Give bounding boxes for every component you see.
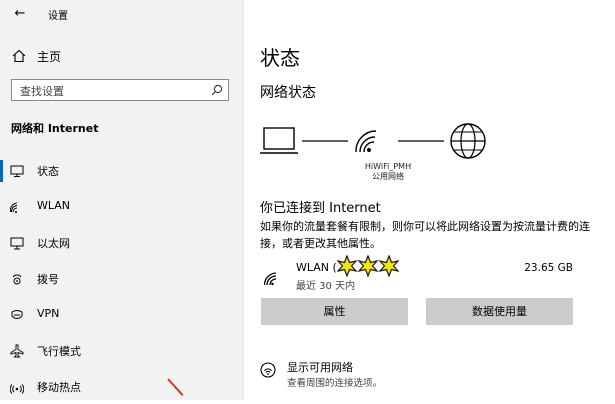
status-icon: [10, 165, 24, 177]
wifi-icon: [264, 272, 277, 286]
home-icon: [12, 49, 26, 63]
sidebar-item-label: VPN: [37, 307, 60, 320]
sidebar-item-label: 状态: [37, 165, 59, 178]
network-ssid: HiWiFi_PMH: [364, 162, 412, 171]
network-diagram: HiWiFi_PMH 公用网络: [260, 118, 500, 188]
page-title: 状态: [260, 46, 300, 70]
dialup-icon: [12, 274, 22, 285]
network-type: 公用网络: [372, 172, 404, 181]
laptop-icon: [260, 127, 298, 154]
vpn-icon: [11, 310, 23, 319]
search-placeholder: 查找设置: [20, 85, 64, 98]
connection-subtitle: 最近 30 天内: [296, 281, 356, 292]
redaction-mask: ✱✱✱: [337, 255, 399, 277]
search-icon[interactable]: [211, 84, 223, 96]
main-content: 状态 网络状态 HiWiFi_PMH 公用网络 你已连接到 Internet 如…: [244, 0, 615, 400]
data-usage-value: 23.65 GB: [524, 262, 573, 274]
sidebar-item-status[interactable]: 状态: [0, 154, 243, 188]
network-name: HiWiFi_PMH 公用网络: [346, 162, 430, 182]
properties-button[interactable]: 属性: [261, 298, 408, 325]
sidebar-item-label: WLAN: [37, 199, 71, 212]
title-bar: ← 设置: [0, 0, 243, 28]
sidebar-item-label: 飞行模式: [37, 345, 81, 358]
wifi-signal-icon: [355, 130, 377, 153]
sidebar-item-mobile-hotspot[interactable]: 移动热点: [0, 370, 243, 404]
show-networks-subtitle: 查看周围的连接选项。: [287, 378, 383, 389]
wifi-icon: [10, 202, 18, 213]
home-label: 主页: [37, 50, 62, 64]
globe-icon: [450, 123, 486, 159]
connected-heading: 你已连接到 Internet: [260, 201, 381, 216]
data-usage-button[interactable]: 数据使用量: [426, 298, 573, 325]
network-status-heading: 网络状态: [260, 85, 316, 101]
hotspot-icon: [10, 384, 24, 394]
category-heading: 网络和 Internet: [11, 122, 99, 135]
show-networks-icon[interactable]: [260, 362, 276, 378]
airplane-icon: [10, 344, 24, 358]
sidebar-item-label: 以太网: [37, 237, 70, 250]
sidebar-item-dialup[interactable]: 拨号: [0, 262, 243, 296]
sidebar-item-ethernet[interactable]: 以太网: [0, 226, 243, 260]
home-nav-item[interactable]: 主页: [0, 40, 243, 70]
sidebar-item-wlan[interactable]: WLAN: [0, 190, 243, 224]
ethernet-icon: [10, 237, 24, 250]
show-networks-link[interactable]: 显示可用网络: [287, 359, 353, 375]
search-input[interactable]: 查找设置: [11, 79, 229, 101]
back-button[interactable]: ←: [10, 5, 30, 23]
sidebar-item-label: 移动热点: [37, 381, 81, 394]
connected-description: 如果你的流量套餐有限制，则你可以将此网络设置为按流量计费的连接，或者更改其他属性…: [260, 220, 590, 250]
sidebar: ← 设置 主页 查找设置 网络和 Internet 状态 WLAN 以太网 拨号…: [0, 0, 243, 400]
app-title: 设置: [48, 11, 68, 22]
sidebar-item-airplane-mode[interactable]: 飞行模式: [0, 334, 243, 368]
connection-name: WLAN (: [296, 261, 337, 274]
sidebar-item-label: 拨号: [37, 273, 59, 286]
sidebar-item-vpn[interactable]: VPN: [0, 298, 243, 332]
network-diagram-graphic: [260, 123, 486, 159]
